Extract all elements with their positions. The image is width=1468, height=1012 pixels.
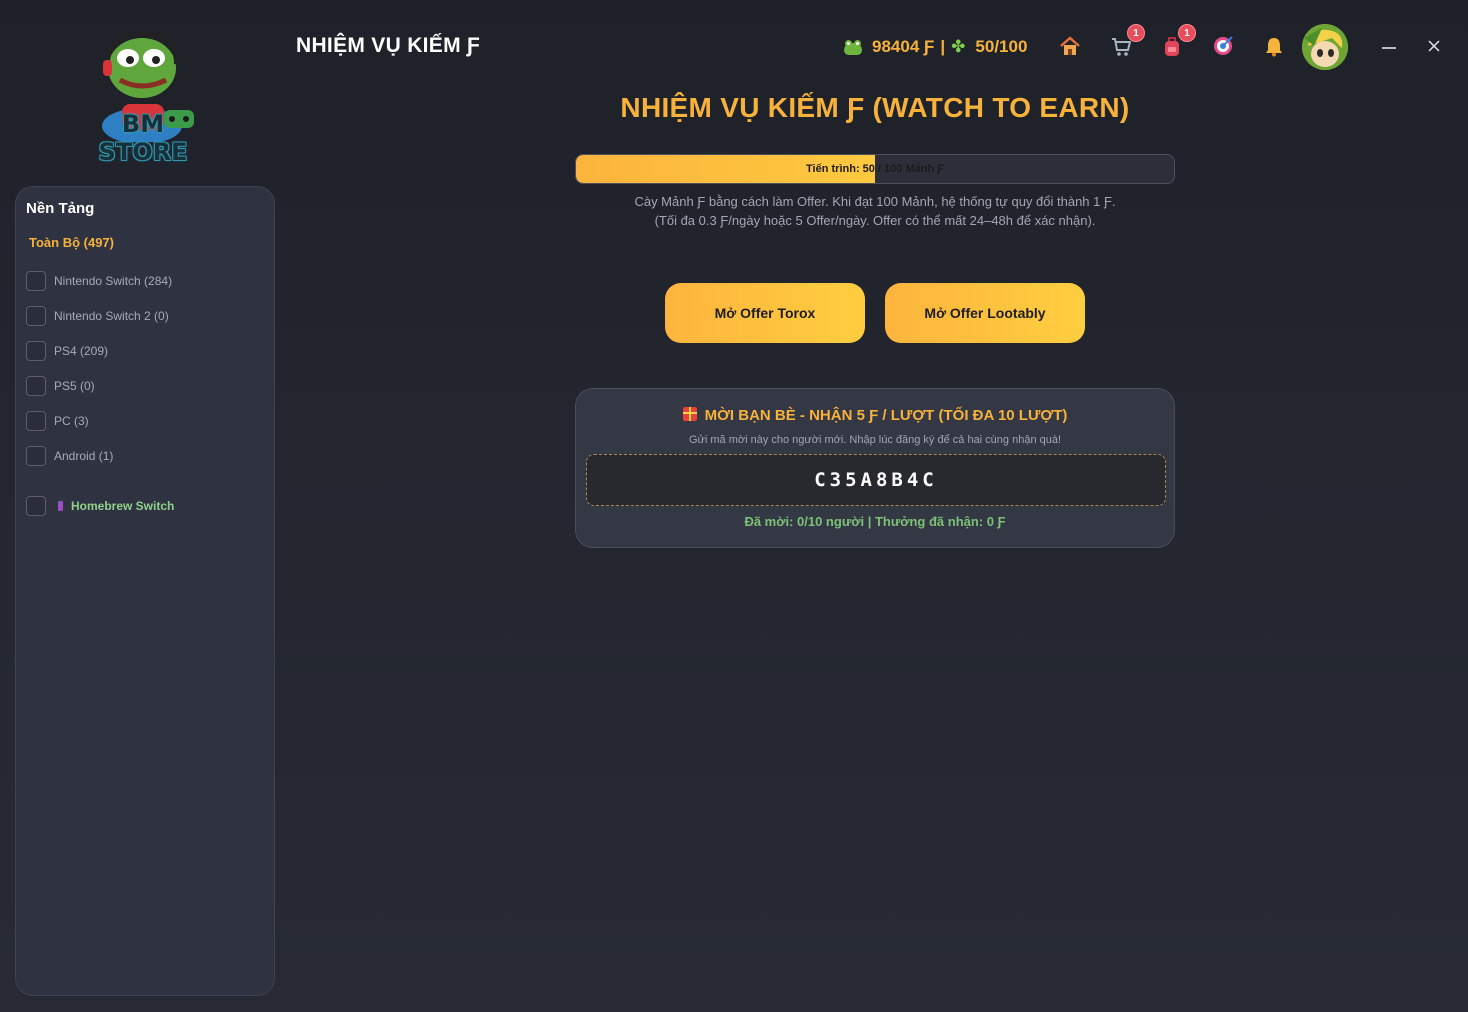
platform-checkbox[interactable] [26,446,46,466]
task-title: NHIỆM VỤ KIẾM Ƒ (WATCH TO EARN) [620,92,1130,123]
sidebar-item-nintendo-switch[interactable]: Nintendo Switch (284) [26,271,172,291]
platform-checkbox[interactable] [26,411,46,431]
platform-checkbox[interactable] [26,376,46,396]
platform-checkbox[interactable] [26,306,46,326]
sidebar-item-homebrew-switch[interactable]: Homebrew Switch [26,496,174,516]
description-line: Cày Mảnh Ƒ bằng cách làm Offer. Khi đạt … [634,194,1116,209]
task-description: Cày Mảnh Ƒ bằng cách làm Offer. Khi đạt … [575,192,1175,230]
cart-icon[interactable]: 1 [1109,24,1145,58]
invite-title-text: MỜI BẠN BÈ - NHẬN 5 Ƒ / LƯỢT (TỐI ĐA 10 … [704,407,1068,424]
invite-stats: Đã mời: 0/10 người | Thưởng đã nhận: 0 Ƒ [744,514,1006,529]
open-torox-offer-button[interactable]: Mở Offer Torox [665,283,865,343]
description-line: (Tối đa 0.3 Ƒ/ngày hoặc 5 Offer/ngày. Of… [654,213,1096,228]
sidebar-item-ps5[interactable]: PS5 (0) [26,376,95,396]
coin-balance: 98404 Ƒ [872,37,935,56]
platform-checkbox[interactable] [26,496,46,516]
platform-checkbox[interactable] [26,271,46,291]
sidebar-item-all[interactable]: Toàn Bộ (497) [29,235,114,250]
platform-label: Android (1) [54,449,114,463]
home-icon[interactable] [1058,34,1082,58]
platform-label: Nintendo Switch 2 (0) [54,309,169,323]
platform-sidebar: Nền Tảng Toàn Bộ (497) Nintendo Switch (… [15,186,275,996]
platform-label: PS5 (0) [54,379,95,393]
app-logo: BM STORE [76,30,210,166]
stat-separator: | [940,37,946,56]
platform-label: PS4 (209) [54,344,109,358]
sidebar-item-nintendo-switch-2[interactable]: Nintendo Switch 2 (0) [26,306,169,326]
backpack-badge: 1 [1178,24,1196,42]
invite-card: MỜI BẠN BÈ - NHẬN 5 Ƒ / LƯỢT (TỐI ĐA 10 … [575,388,1175,548]
platform-label: Homebrew Switch [71,499,175,513]
page-title: NHIỆM VỤ KIẾM Ƒ [296,34,481,57]
close-button[interactable] [1424,36,1444,56]
joycon-icon [58,501,63,511]
bell-icon[interactable] [1262,34,1286,58]
invite-title: MỜI BẠN BÈ - NHẬN 5 Ƒ / LƯỢT (TỐI ĐA 10 … [576,407,1174,424]
gift-icon [682,407,697,421]
user-avatar[interactable] [1302,24,1348,70]
platform-checkbox[interactable] [26,341,46,361]
pieces-count: 50/100 [975,37,1028,56]
minimize-button[interactable] [1379,36,1399,56]
backpack-icon[interactable]: 1 [1160,24,1196,58]
progress-bar: Tiến trình: 50 / 100 Mảnh Ƒ [575,154,1175,184]
sidebar-title: Nền Tảng [26,200,95,217]
logo-text: BM STORE [98,110,188,166]
platform-label: Nintendo Switch (284) [54,274,173,288]
sidebar-item-ps4[interactable]: PS4 (209) [26,341,108,361]
progress-label: Tiến trình: 50 / 100 Mảnh Ƒ [806,163,944,175]
wallet-stats: 98404 Ƒ | ✤ 50/100 [844,36,1027,58]
sidebar-item-android[interactable]: Android (1) [26,446,113,466]
target-icon[interactable] [1211,34,1235,58]
frog-coin-icon [844,39,862,55]
invite-code[interactable]: C35A8B4C [586,454,1166,506]
invite-subtitle: Gửi mã mời này cho người mới. Nhập lúc đ… [688,434,1062,446]
platform-label: PC (3) [54,414,89,428]
open-lootably-offer-button[interactable]: Mở Offer Lootably [885,283,1085,343]
sidebar-item-pc[interactable]: PC (3) [26,411,89,431]
cart-badge: 1 [1127,24,1145,42]
clover-icon: ✤ [951,37,966,56]
